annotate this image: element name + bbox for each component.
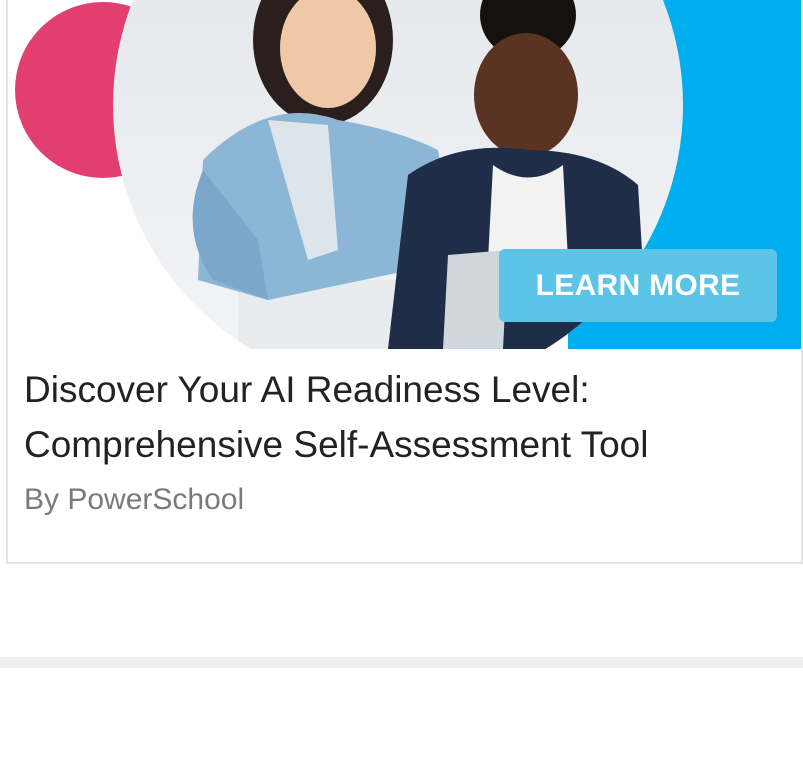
ad-title[interactable]: Discover Your AI Readiness Level: Compre… bbox=[24, 362, 794, 472]
ad-title-line-2: Comprehensive Self-Assessment Tool bbox=[24, 424, 649, 465]
page: LEARN MORE Discover Your AI Readiness Le… bbox=[0, 0, 803, 762]
ad-title-line-1: Discover Your AI Readiness Level: bbox=[24, 369, 590, 410]
ad-byline: By PowerSchool bbox=[24, 483, 245, 516]
sponsored-ad-card[interactable]: LEARN MORE Discover Your AI Readiness Le… bbox=[6, 0, 803, 564]
learn-more-button[interactable]: LEARN MORE bbox=[499, 249, 777, 322]
section-divider bbox=[0, 657, 803, 668]
ad-hero-image[interactable]: LEARN MORE bbox=[8, 0, 801, 349]
